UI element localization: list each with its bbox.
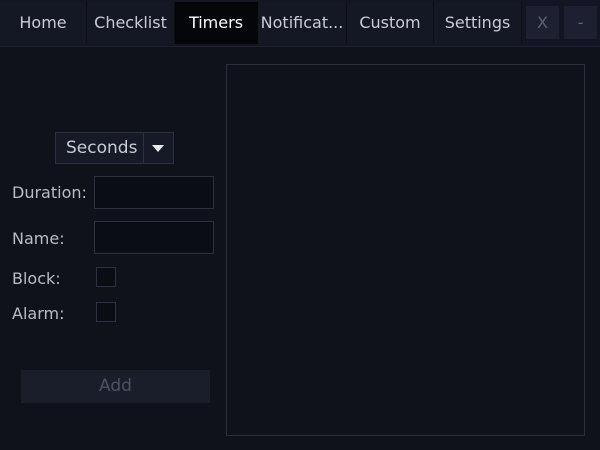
duration-label: Duration: [12,183,87,202]
timers-app-window: Home Checklist Timers Notificat... Custo… [0,0,600,450]
dropdown-toggle-button[interactable] [143,133,173,163]
tab-custom[interactable]: Custom [347,2,434,44]
name-label: Name: [12,229,65,248]
tab-settings[interactable]: Settings [434,2,522,44]
add-timer-button[interactable]: Add [21,370,210,403]
name-input[interactable] [94,221,214,254]
time-unit-dropdown[interactable]: Seconds [55,132,174,164]
duration-input[interactable] [94,176,214,209]
tab-bar: Home Checklist Timers Notificat... Custo… [0,0,600,47]
alarm-checkbox[interactable] [96,302,116,322]
minimize-button[interactable]: - [564,6,597,39]
block-checkbox[interactable] [96,267,116,287]
timer-list-panel[interactable] [226,64,585,436]
chevron-down-icon [152,145,164,152]
block-label: Block: [12,269,61,288]
tab-notifications[interactable]: Notificat... [258,2,347,44]
close-button[interactable]: X [526,6,559,39]
tab-timers[interactable]: Timers [175,2,258,44]
tab-checklist[interactable]: Checklist [87,2,175,44]
time-unit-value: Seconds [66,138,138,158]
alarm-label: Alarm: [12,304,65,323]
tab-home[interactable]: Home [0,2,87,44]
